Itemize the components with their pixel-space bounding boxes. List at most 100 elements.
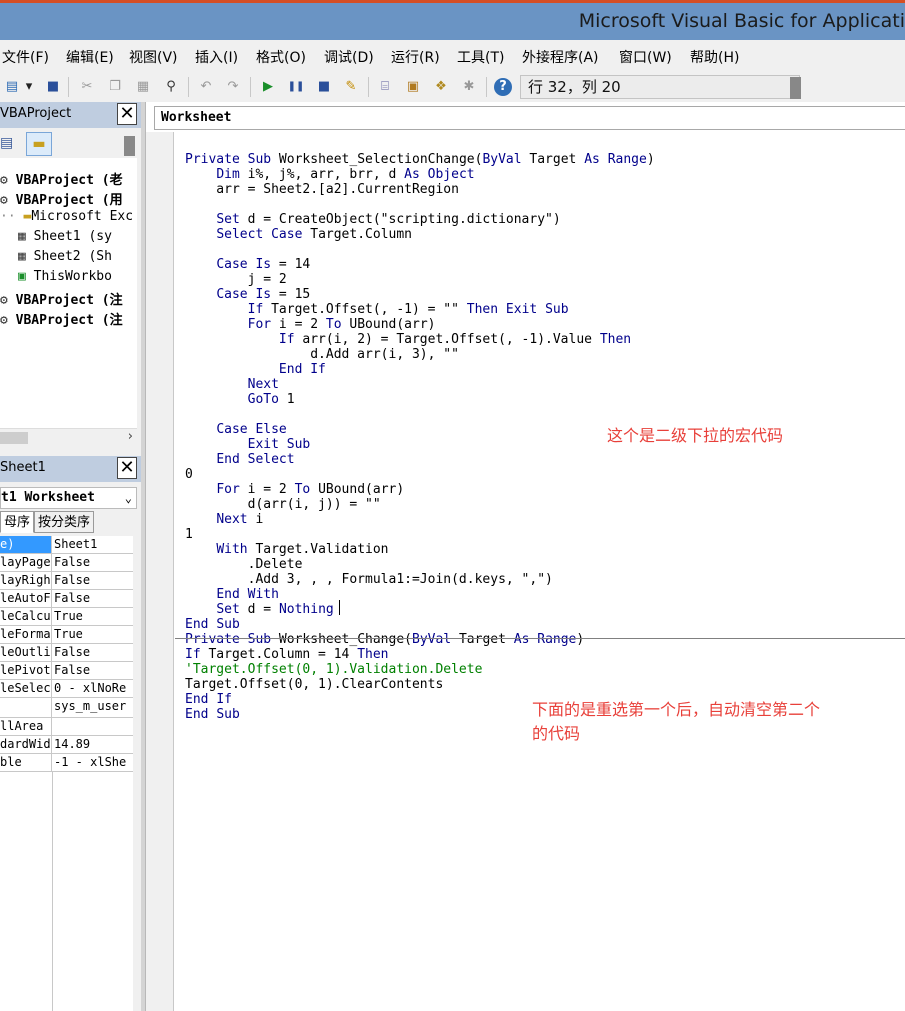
- code-line[interactable]: Set d = CreateObject("scripting.dictiona…: [185, 212, 560, 227]
- code-line[interactable]: 0: [185, 467, 193, 482]
- excel-icon[interactable]: ▤: [3, 78, 21, 96]
- pane-grip[interactable]: [124, 136, 135, 156]
- undo-icon[interactable]: ↶: [197, 78, 215, 96]
- property-row[interactable]: dardWid 14.89: [0, 736, 133, 754]
- code-line[interactable]: Case Is = 15: [185, 287, 310, 302]
- code-line[interactable]: Private Sub Worksheet_SelectionChange(By…: [185, 152, 655, 167]
- tab-alphabetic[interactable]: 母序: [0, 511, 35, 533]
- property-value[interactable]: Sheet1: [53, 536, 133, 553]
- code-line[interactable]: If Target.Offset(, -1) = "" Then Exit Su…: [185, 302, 569, 317]
- property-value[interactable]: False: [53, 644, 133, 661]
- code-line[interactable]: Dim i%, j%, arr, brr, d As Object: [185, 167, 474, 182]
- menu-format[interactable]: 格式(O): [256, 47, 306, 67]
- property-row[interactable]: leForma True: [0, 626, 133, 644]
- tree-node[interactable]: ⚙ VBAProject (老: [0, 169, 123, 188]
- code-line[interactable]: Private Sub Worksheet_Change(ByVal Targe…: [185, 632, 584, 647]
- menu-run[interactable]: 运行(R): [391, 47, 440, 67]
- property-value[interactable]: -1 - xlShe: [53, 754, 133, 771]
- tree-node[interactable]: ⚙ VBAProject (注: [0, 309, 123, 328]
- menu-debug[interactable]: 调试(D): [324, 47, 374, 67]
- code-line[interactable]: d.Add arr(i, 3), "": [185, 347, 459, 362]
- code-line[interactable]: If Target.Column = 14 Then: [185, 647, 389, 662]
- menu-tools[interactable]: 工具(T): [457, 47, 504, 67]
- chevron-right-icon[interactable]: ›: [128, 429, 133, 444]
- menu-file[interactable]: 文件(F): [2, 47, 49, 67]
- scrollbar-thumb[interactable]: [0, 432, 28, 444]
- code-line[interactable]: End Sub: [185, 707, 240, 722]
- toolbar-grip[interactable]: [790, 77, 801, 99]
- code-line[interactable]: If arr(i, 2) = Target.Offset(, -1).Value…: [185, 332, 631, 347]
- property-row[interactable]: layPage False: [0, 554, 133, 572]
- code-line[interactable]: Set d = Nothing: [185, 602, 333, 617]
- code-line[interactable]: Exit Sub: [185, 437, 311, 452]
- close-icon[interactable]: ✕: [117, 103, 137, 125]
- margin-indicator-bar[interactable]: [146, 132, 174, 1011]
- property-row[interactable]: leCalcu True: [0, 608, 133, 626]
- code-line[interactable]: Next: [185, 377, 279, 392]
- code-line[interactable]: .Add 3, , , Formula1:=Join(d.keys, ","): [185, 572, 553, 587]
- object-browser-icon[interactable]: ❖: [432, 78, 450, 96]
- property-row[interactable]: sys_m_user: [0, 698, 133, 718]
- run-icon[interactable]: ▶: [259, 78, 277, 96]
- toggle-folders-icon[interactable]: ▬: [26, 132, 52, 156]
- property-row[interactable]: llArea: [0, 718, 133, 736]
- property-value[interactable]: True: [53, 626, 133, 643]
- view-code-icon[interactable]: ▤: [0, 135, 13, 151]
- code-line[interactable]: End Select: [185, 452, 294, 467]
- property-value[interactable]: False: [53, 554, 133, 571]
- menu-addins[interactable]: 外接程序(A): [522, 47, 599, 67]
- property-value[interactable]: 14.89: [53, 736, 133, 753]
- property-row[interactable]: leOutli False: [0, 644, 133, 662]
- code-line[interactable]: For i = 2 To UBound(arr): [185, 317, 436, 332]
- menu-insert[interactable]: 插入(I): [195, 47, 238, 67]
- property-value[interactable]: True: [53, 608, 133, 625]
- code-line[interactable]: 'Target.Offset(0, 1).Validation.Delete: [185, 662, 482, 677]
- find-icon[interactable]: ⚲: [162, 78, 180, 96]
- property-value[interactable]: [53, 718, 133, 735]
- cut-icon[interactable]: ✂: [78, 78, 96, 96]
- tree-node[interactable]: ▣ ThisWorkbo: [18, 269, 112, 284]
- reset-icon[interactable]: ■: [315, 78, 333, 96]
- property-value[interactable]: False: [53, 590, 133, 607]
- property-row[interactable]: layRigh False: [0, 572, 133, 590]
- tab-categorized[interactable]: 按分类序: [34, 511, 95, 533]
- code-line[interactable]: For i = 2 To UBound(arr): [185, 482, 404, 497]
- menu-help[interactable]: 帮助(H): [690, 47, 739, 67]
- code-line[interactable]: .Delete: [185, 557, 303, 572]
- save-icon[interactable]: ■: [44, 78, 62, 96]
- tree-node[interactable]: ▦ Sheet2 (Sh: [18, 249, 112, 264]
- paste-icon[interactable]: ▦: [134, 78, 152, 96]
- project-explorer-icon[interactable]: ⌸: [376, 78, 394, 96]
- property-value[interactable]: False: [53, 662, 133, 679]
- copy-icon[interactable]: ❐: [106, 78, 124, 96]
- tree-node[interactable]: ·· ▬Microsoft Exc: [0, 209, 133, 224]
- code-line[interactable]: Target.Offset(0, 1).ClearContents: [185, 677, 443, 692]
- break-icon[interactable]: ❚❚: [287, 78, 305, 96]
- redo-icon[interactable]: ↷: [224, 78, 242, 96]
- tree-node[interactable]: ⚙ VBAProject (用: [0, 189, 123, 208]
- code-line[interactable]: End If: [185, 362, 326, 377]
- chevron-down-icon[interactable]: ▾: [23, 78, 35, 96]
- help-icon[interactable]: ?: [494, 78, 512, 96]
- code-line[interactable]: d(arr(i, j)) = "": [185, 497, 381, 512]
- code-line[interactable]: Case Else: [185, 422, 286, 437]
- code-line[interactable]: With Target.Validation: [185, 542, 388, 557]
- toolbox-icon[interactable]: ✱: [460, 78, 478, 96]
- code-line[interactable]: Case Is = 14: [185, 257, 310, 272]
- property-value[interactable]: False: [53, 572, 133, 589]
- code-line[interactable]: End With: [185, 587, 279, 602]
- property-row[interactable]: ble -1 - xlShe: [0, 754, 133, 772]
- code-line[interactable]: j = 2: [185, 272, 287, 287]
- code-line[interactable]: End Sub: [185, 617, 240, 632]
- property-row[interactable]: leSelec 0 - xlNoRe: [0, 680, 133, 698]
- code-line[interactable]: 1: [185, 527, 193, 542]
- code-line[interactable]: Select Case Target.Column: [185, 227, 412, 242]
- property-value[interactable]: sys_m_user: [53, 698, 133, 717]
- property-value[interactable]: 0 - xlNoRe: [53, 680, 133, 697]
- code-line[interactable]: GoTo 1: [185, 392, 295, 407]
- code-editor[interactable]: Private Sub Worksheet_SelectionChange(By…: [175, 132, 905, 1011]
- tree-node[interactable]: ▦ Sheet1 (sy: [18, 229, 112, 244]
- object-dropdown[interactable]: Worksheet: [154, 106, 905, 130]
- properties-icon[interactable]: ▣: [404, 78, 422, 96]
- design-mode-icon[interactable]: ✎: [342, 78, 360, 96]
